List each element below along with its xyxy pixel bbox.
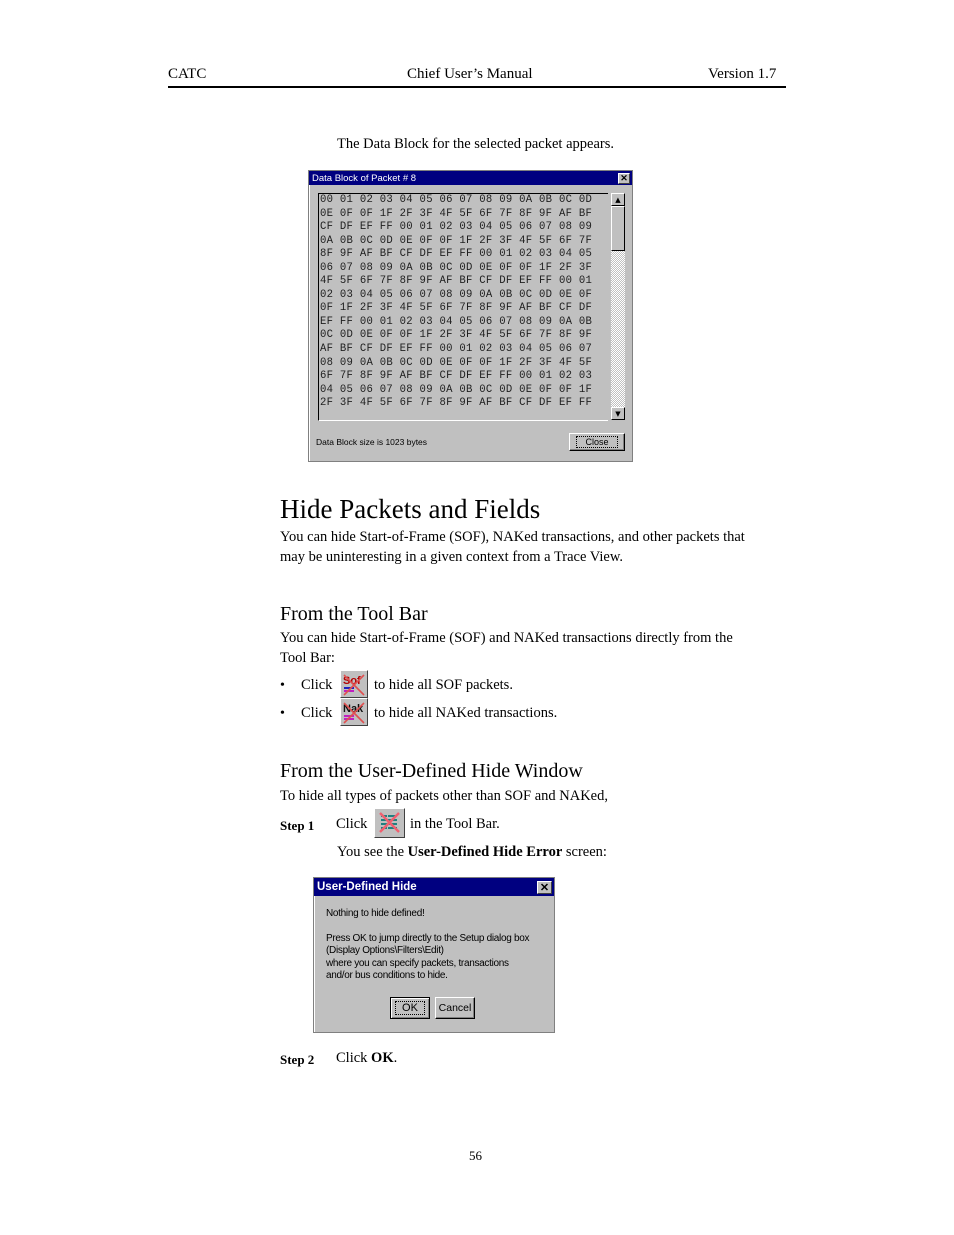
hex-row: 04 05 06 07 08 09 0A 0B 0C 0D 0E 0F 0F 1… [320,383,593,396]
header-title: Chief User’s Manual [407,66,533,82]
toolbar-body: You can hide Start-of-Frame (SOF) and NA… [280,629,733,668]
ok-button[interactable]: OK [390,997,430,1019]
section-body: You can hide Start-of-Frame (SOF), NAKed… [280,528,745,567]
step2-label: Step 2 [280,1052,315,1067]
hide-sof-icon[interactable]: Sof [340,670,368,698]
hex-row: 4F 5F 6F 7F 8F 9F AF BF CF DF EF FF 00 0… [320,275,593,288]
header-left: CATC [168,66,207,82]
dialog-message-line: Press OK to jump directly to the Setup d… [326,933,530,944]
hex-row: 00 01 02 03 04 05 06 07 08 09 0A 0B 0C 0… [320,194,593,206]
section-body-line: may be uninteresting in a given context … [280,548,624,565]
close-button-label: Close [576,436,618,448]
dialog-titlebar: User-Defined Hide ✕ [314,878,554,896]
scroll-down-icon[interactable]: ▼ [611,407,625,420]
hex-row: 2F 3F 4F 5F 6F 7F 8F 9F AF BF CF DF EF F… [320,397,593,410]
dialog-title: Data Block of Packet # 8 [312,172,417,184]
hex-row: 8F 9F AF BF CF DF EF FF 00 01 02 03 04 0… [320,248,593,261]
hex-row: 02 03 04 05 06 07 08 09 0A 0B 0C 0D 0E 0… [320,288,593,301]
header-version: Version 1.7 [708,66,777,82]
hex-row: 0F 1F 2F 3F 4F 5F 6F 7F 8F 9F AF BF CF D… [320,302,593,315]
bullet-text: to hide all SOF packets. [374,677,513,693]
scroll-thumb[interactable] [611,206,625,251]
bullet-marker: • [280,678,285,693]
user-defined-hide-icon[interactable] [374,808,405,838]
bullet-prefix: Click [301,677,333,693]
dialog-message-title: Nothing to hide defined! [326,908,425,919]
hex-data-view[interactable]: 00 01 02 03 04 05 06 07 08 09 0A 0B 0C 0… [318,193,608,421]
hex-row: 0C 0D 0E 0F 0F 1F 2F 3F 4F 5F 6F 7F 8F 9… [320,329,593,342]
step2-bold: OK [371,1050,394,1066]
user-hide-intro: To hide all types of packets other than … [280,788,608,804]
dialog-title: User-Defined Hide [317,881,417,893]
dialog-titlebar: Data Block of Packet # 8 ✕ [309,171,632,185]
cancel-button[interactable]: Cancel [435,997,475,1019]
dialog-message-line: where you can specify packets, transacti… [326,957,509,969]
dialog-message: Press OK to jump directly to the Setup d… [326,933,530,982]
step1-note-bold: User-Defined Hide Error [407,844,563,860]
bullet-prefix: Click [301,705,333,721]
hex-row: 08 09 0A 0B 0C 0D 0E 0F 0F 1F 2F 3F 4F 5… [320,356,593,369]
page-number: 56 [469,1148,482,1163]
close-button[interactable]: Close [569,433,625,451]
step1-suffix: in the Tool Bar. [410,816,500,832]
dialog-message-line: and/or bus conditions to hide. [326,969,448,981]
section-body-line: You can hide Start-of-Frame (SOF), NAKed… [280,529,745,545]
hex-row: 0E 0F 0F 1F 2F 3F 4F 5F 6F 7F 8F 9F AF B… [320,207,593,220]
step2-prefix: Click [336,1050,372,1066]
intro-text: The Data Block for the selected packet a… [337,136,614,152]
toolbar-body-line: You can hide Start-of-Frame (SOF) and NA… [280,630,733,646]
hide-nak-icon[interactable]: Nak [340,698,368,726]
step1-note-suffix: screen: [562,844,607,860]
step1-note: You see the User-Defined Hide Error scre… [337,843,607,863]
data-block-size-status: Data Block size is 1023 bytes [316,437,428,447]
close-icon[interactable]: ✕ [537,880,552,894]
toolbar-body-line: Tool Bar: [280,649,335,666]
hex-row: AF BF CF DF EF FF 00 01 02 03 04 05 06 0… [320,343,593,356]
bullet-text: to hide all NAKed transactions. [374,705,558,721]
subheading-user-defined-hide: From the User-Defined Hide Window [280,760,583,782]
subheading-toolbar: From the Tool Bar [280,603,428,625]
step1-label: Step 1 [280,818,315,833]
hex-row: 06 07 08 09 0A 0B 0C 0D 0E 0F 0F 1F 2F 3… [320,261,593,274]
vertical-scrollbar[interactable]: ▲ ▼ [611,193,625,420]
close-icon[interactable]: ✕ [618,172,630,184]
ok-button-label: OK [395,1001,425,1015]
step1-note-prefix: You see the [337,844,408,860]
hex-row: CF DF EF FF 00 01 02 03 04 05 06 07 08 0… [320,221,593,234]
hex-row: 0A 0B 0C 0D 0E 0F 0F 1F 2F 3F 4F 5F 6F 7… [320,234,593,247]
scroll-up-icon[interactable]: ▲ [611,193,625,206]
step1-prefix: Click [336,816,368,832]
hex-row: 6F 7F 8F 9F AF BF CF DF EF FF 00 01 02 0… [320,370,593,383]
step2-suffix: . [393,1050,398,1066]
section-heading: Hide Packets and Fields [280,494,541,524]
bullet-marker: • [280,706,285,721]
hex-row: EF FF 00 01 02 03 04 05 06 07 08 09 0A 0… [320,315,593,328]
dialog-message-line: (Display Options\Filters\Edit) [326,945,444,957]
header-rule [168,86,786,88]
step2-text: Click OK. [336,1049,397,1069]
